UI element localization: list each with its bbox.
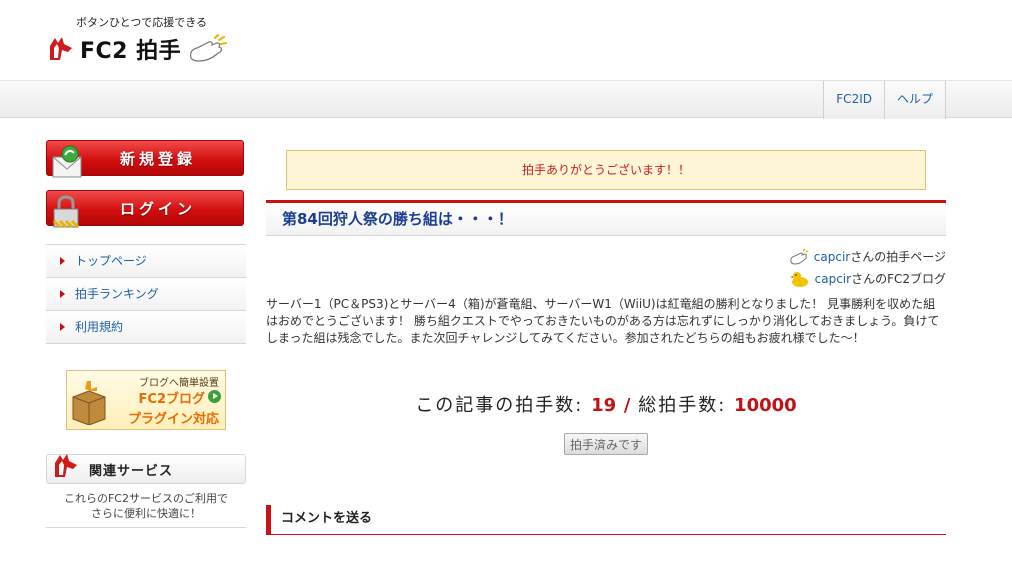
clap-counts: この記事の拍手数: 19 / 総拍手数: 10000: [266, 391, 946, 417]
clap-page-link-row[interactable]: capcir さんの拍手ページ: [266, 246, 946, 268]
sidebar: 新規登録 ログイン トップページ 拍手ランキング 利用規約 ブログへ簡単設置 F…: [46, 140, 246, 528]
login-button-label: ログイン: [119, 199, 196, 218]
related-services-header: 関連サービス: [46, 454, 246, 484]
logo-tagline: ボタンひとつで応援できる: [76, 16, 208, 29]
related-services-desc: これらのFC2サービスのご利用で さらに便利に快適に！: [46, 484, 246, 528]
side-menu: トップページ 拍手ランキング 利用規約: [46, 244, 246, 344]
bullet-arrow-icon: [60, 323, 65, 331]
play-icon: [208, 390, 221, 403]
article-count-value: 19: [591, 395, 617, 416]
thanks-message-box: 拍手ありがとうございます！！: [286, 150, 926, 190]
related-desc-line1: これらのFC2サービスのご利用で: [63, 492, 228, 505]
logo[interactable]: FC2 拍手: [46, 32, 229, 66]
logo-text: FC2 拍手: [80, 39, 182, 64]
related-services-title: 関連サービス: [89, 463, 174, 479]
article-body: サーバー1（PC＆PS3)とサーバー4（箱)が蒼竜組、サーバーW1（WiiU)は…: [266, 297, 940, 345]
author-links: capcir さんの拍手ページ capcir さんのFC2ブログ: [266, 246, 946, 290]
clap-done-button[interactable]: 拍手済みです: [564, 433, 648, 455]
blog-user-link[interactable]: capcir: [815, 268, 851, 290]
bullet-arrow-icon: [60, 257, 65, 265]
register-button-label: 新規登録: [119, 149, 196, 168]
article-title: 第84回狩人祭の勝ち組は・・・！: [266, 200, 946, 236]
nav-help-link[interactable]: ヘルプ: [883, 81, 946, 119]
top-nav-bar: FC2ID ヘルプ: [0, 80, 1012, 119]
clap-page-link-suffix: さんの拍手ページ: [850, 250, 946, 264]
bullet-arrow-icon: [60, 290, 65, 298]
main-content: 拍手ありがとうございます！！ 第84回狩人祭の勝ち組は・・・！ capcir さん…: [266, 140, 946, 535]
register-button[interactable]: 新規登録: [46, 140, 244, 178]
clap-page-user-link[interactable]: capcir: [814, 246, 850, 268]
duck-icon: [789, 272, 808, 287]
clap-hand-icon: [190, 34, 228, 62]
clap-hand-icon: [790, 248, 809, 265]
nav-fc2id-link[interactable]: FC2ID: [823, 81, 884, 119]
blog-link-suffix: さんのFC2ブログ: [851, 272, 946, 286]
comment-heading: コメントを送る: [266, 505, 946, 535]
side-menu-item-label: トップページ: [75, 254, 147, 268]
total-count-value: 10000: [734, 395, 797, 416]
side-menu-item-terms[interactable]: 利用規約: [46, 311, 246, 344]
total-count-label: 総拍手数:: [638, 395, 727, 416]
side-menu-item-label: 利用規約: [75, 320, 124, 334]
count-separator: /: [623, 395, 631, 416]
banner-line1: ブログへ簡単設置: [139, 378, 219, 389]
nav-links: FC2ID ヘルプ: [823, 81, 946, 119]
blog-link-row[interactable]: capcir さんのFC2ブログ: [266, 268, 946, 290]
side-menu-item-top[interactable]: トップページ: [46, 245, 246, 278]
site-header: ボタンひとつで応援できる FC2 拍手: [0, 0, 1012, 80]
fc2-blog-plugin-banner[interactable]: ブログへ簡単設置 FC2ブログ プラグイン対応: [66, 370, 226, 430]
login-button[interactable]: ログイン: [46, 190, 244, 229]
related-services: 関連サービス これらのFC2サービスのご利用で さらに便利に快適に！: [46, 454, 246, 528]
fc2-unicorn-logo-icon: [50, 37, 72, 60]
fc2-unicorn-logo-icon: [55, 454, 77, 477]
padlock-icon: [52, 195, 80, 229]
related-desc-line2: さらに便利に快適に！: [91, 507, 201, 520]
article-count-label: この記事の拍手数:: [415, 395, 584, 416]
envelope-icon: [52, 145, 82, 178]
banner-line2: FC2ブログ: [138, 392, 205, 407]
banner-line3: プラグイン対応: [127, 412, 219, 427]
side-menu-item-ranking[interactable]: 拍手ランキング: [46, 278, 246, 311]
gift-box-icon: [72, 381, 106, 425]
side-menu-item-label: 拍手ランキング: [75, 287, 159, 301]
